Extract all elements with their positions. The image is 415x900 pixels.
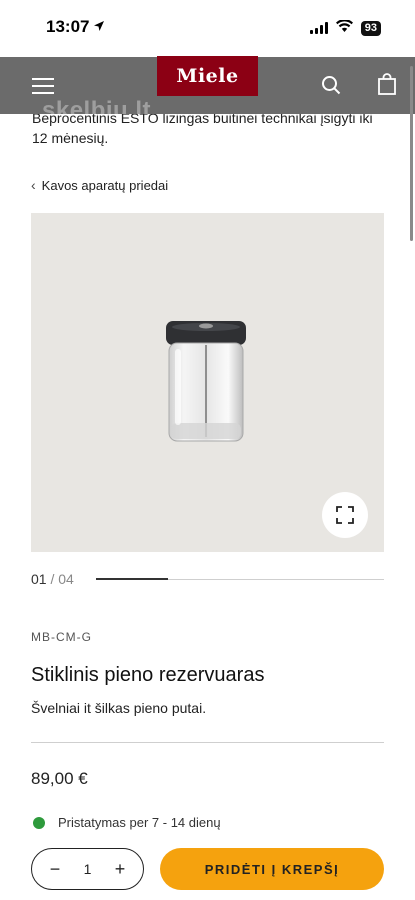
- search-icon[interactable]: [321, 75, 341, 95]
- location-arrow-icon: [93, 17, 105, 37]
- milk-container-image: [163, 319, 249, 447]
- product-title: Stiklinis pieno rezervuaras: [31, 664, 265, 686]
- promo-text: Beprocentinis ESTO lizingas buitinei tec…: [32, 114, 373, 146]
- delivery-status: Pristatymas per 7 - 14 dienų: [33, 815, 221, 830]
- pager-separator: /: [50, 571, 55, 587]
- clock-time: 13:07: [46, 17, 90, 36]
- quantity-stepper: − 1 +: [31, 848, 144, 890]
- availability-dot-icon: [33, 816, 45, 829]
- chevron-left-icon: ‹: [31, 177, 36, 193]
- status-bar: 13:07 93: [0, 0, 415, 56]
- delivery-text: Pristatymas per 7 - 14 dienų: [58, 815, 221, 830]
- product-price: 89,00 €: [31, 769, 88, 788]
- divider: [31, 742, 384, 743]
- product-subtitle: Švelniai it šilkas pieno putai.: [31, 700, 207, 716]
- page-scrollbar[interactable]: [410, 66, 413, 241]
- miele-logo[interactable]: Miele: [157, 56, 258, 96]
- cellular-signal-icon: [309, 22, 328, 34]
- pager-total: 04: [58, 571, 74, 587]
- shopping-bag-icon[interactable]: [377, 73, 397, 95]
- pager-progress-fill: [96, 578, 168, 580]
- product-sku: MB-CM-G: [31, 630, 92, 644]
- hamburger-menu-icon[interactable]: [32, 76, 54, 94]
- quantity-value[interactable]: 1: [84, 861, 92, 877]
- breadcrumb[interactable]: ‹ Kavos aparatų priedai: [31, 177, 168, 193]
- expand-icon: [336, 506, 354, 524]
- breadcrumb-label[interactable]: Kavos aparatų priedai: [42, 178, 168, 193]
- promo-banner[interactable]: Beprocentinis ESTO lizingas buitinei tec…: [0, 114, 415, 159]
- gallery-pager: 01 / 04: [31, 571, 74, 587]
- site-header: Miele skelbiu.lt: [0, 56, 415, 124]
- increase-quantity-button[interactable]: +: [111, 859, 129, 880]
- product-image-gallery[interactable]: [31, 213, 384, 552]
- wifi-icon: [335, 19, 353, 37]
- fullscreen-button[interactable]: [322, 492, 368, 538]
- battery-indicator: 93: [360, 20, 381, 36]
- pager-current: 01: [31, 571, 47, 587]
- decrease-quantity-button[interactable]: −: [46, 859, 64, 880]
- add-to-cart-button[interactable]: PRIDĖTI Į KREPŠĮ: [160, 848, 384, 890]
